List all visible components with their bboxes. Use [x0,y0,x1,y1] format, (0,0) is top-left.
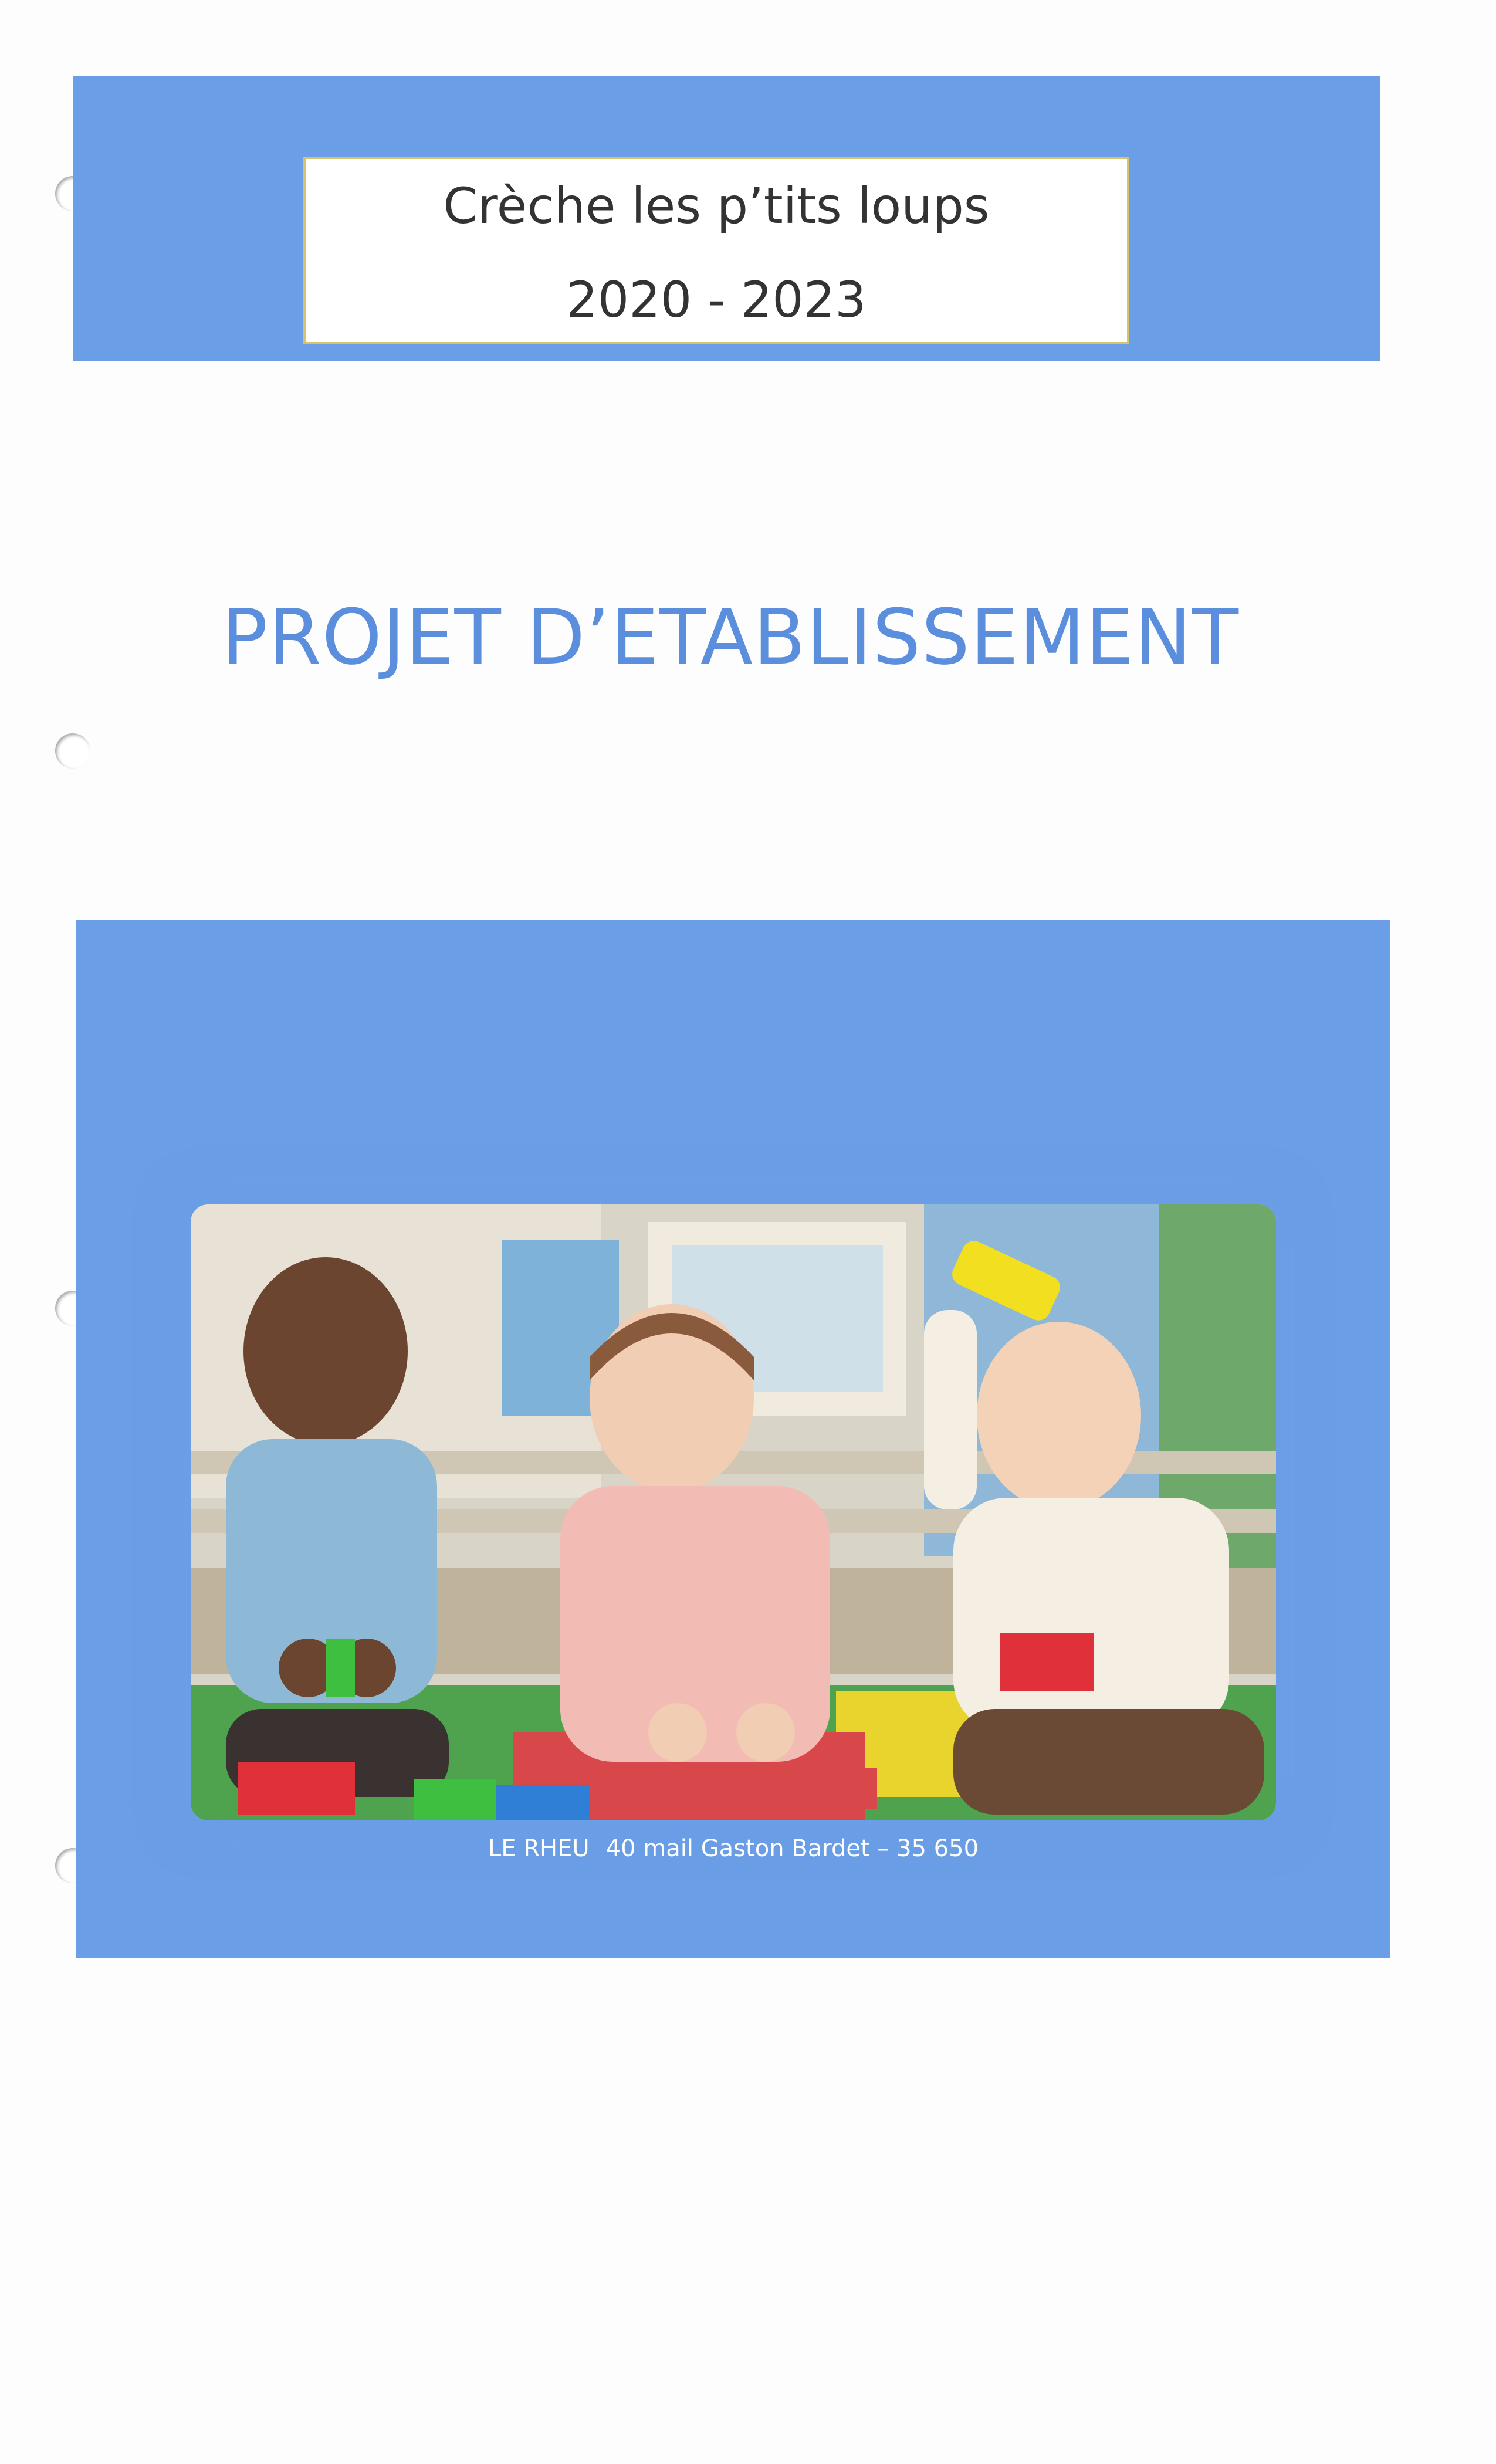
city-name: LE RHEU [488,1835,590,1862]
creche-name: Crèche les p’tits loups [443,177,990,235]
punch-hole [55,733,90,769]
document-page: Crèche les p’tits loups 2020 - 2023 PROJ… [0,0,1496,2464]
street-address: 40 mail Gaston Bardet – 35 650 [605,1835,979,1862]
project-years: 2020 - 2023 [566,271,867,329]
title-box: Crèche les p’tits loups 2020 - 2023 [303,157,1129,344]
photo-panel: LE RHEU 40 mail Gaston Bardet – 35 650 [76,920,1390,1958]
children-illustration [191,1204,1276,1820]
children-photo [191,1204,1276,1820]
address-line: LE RHEU 40 mail Gaston Bardet – 35 650 [76,1835,1390,1862]
page-title: PROJET D’ETABLISSEMENT [221,593,1240,682]
